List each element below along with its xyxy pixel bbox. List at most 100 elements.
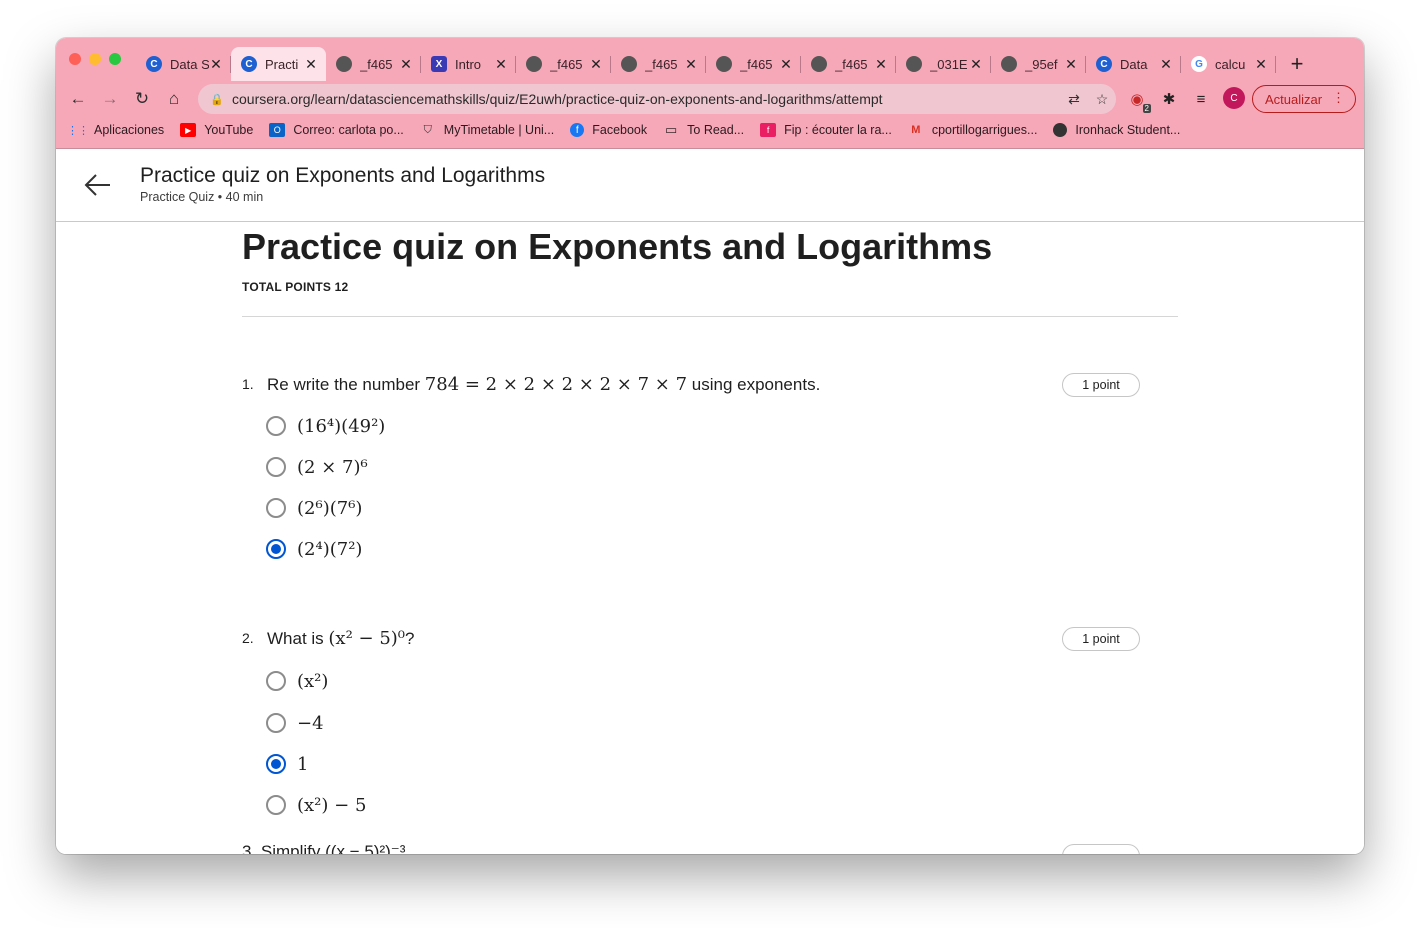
bookmark-star-icon[interactable]: ☆ <box>1088 91 1116 108</box>
radio-button[interactable] <box>266 498 286 518</box>
close-tab-icon[interactable]: ✕ <box>684 56 698 73</box>
browser-tab[interactable]: _95ef ✕ <box>991 47 1086 81</box>
tab-title: _95ef <box>1025 56 1058 72</box>
bookmark-item[interactable]: f Fip : écouter la ra... <box>760 123 892 137</box>
radio-button[interactable] <box>266 416 286 436</box>
points-badge: 1 point <box>1062 627 1140 651</box>
translate-icon[interactable]: ⇄ <box>1060 91 1088 108</box>
profile-avatar[interactable]: C <box>1223 87 1245 109</box>
menu-dots-icon[interactable]: ⋮ <box>1332 90 1345 106</box>
lock-icon[interactable]: 🔒 <box>210 93 224 106</box>
close-tab-icon[interactable]: ✕ <box>494 56 508 73</box>
option-label[interactable]: (x²) − 5 <box>297 795 366 816</box>
bookmarks-bar: ⋮⋮ Aplicaciones ▶ YouTube O Correo: carlota… <box>56 117 1364 143</box>
minimize-window-button[interactable] <box>89 53 101 65</box>
close-tab-icon[interactable]: ✕ <box>1064 56 1078 73</box>
radio-button[interactable] <box>266 457 286 477</box>
bookmark-label: MyTimetable | Uni... <box>443 123 555 137</box>
bookmark-item[interactable]: f Facebook <box>570 123 647 137</box>
option-label[interactable]: (2⁴)(7²) <box>297 539 362 560</box>
bookmark-item[interactable]: O Correo: carlota po... <box>269 123 404 137</box>
close-window-button[interactable] <box>69 53 81 65</box>
tab-title: _f465 <box>835 56 868 72</box>
coursera-icon: C <box>241 56 257 72</box>
globe-icon <box>1001 56 1017 72</box>
total-points: TOTAL POINTS 12 <box>242 280 349 294</box>
browser-tab[interactable]: _f465 ✕ <box>516 47 611 81</box>
close-tab-icon[interactable]: ✕ <box>1254 56 1268 73</box>
reload-icon[interactable]: ↻ <box>130 87 154 111</box>
bookmark-item[interactable]: ▭ To Read... <box>663 122 744 137</box>
url-text[interactable]: coursera.org/learn/datasciencemathskills… <box>232 91 1060 107</box>
back-icon[interactable]: ← <box>66 87 90 111</box>
close-tab-icon[interactable]: ✕ <box>589 56 603 73</box>
option-label[interactable]: 1 <box>297 754 308 775</box>
answer-option[interactable]: (x²) <box>266 668 328 694</box>
bookmark-item[interactable]: Mcportillogarrigues... <box>908 123 1037 137</box>
browser-tab[interactable]: X Intro ✕ <box>421 47 516 81</box>
radio-button[interactable] <box>266 795 286 815</box>
bookmark-item[interactable]: ▶ YouTube <box>180 123 253 137</box>
address-bar[interactable]: 🔒 coursera.org/learn/datasciencemathskil… <box>198 84 1116 114</box>
update-button[interactable]: Actualizar ⋮ <box>1252 85 1356 113</box>
bookmark-item[interactable]: Ironhack Student... <box>1053 123 1180 137</box>
radio-button-selected[interactable] <box>266 539 286 559</box>
close-tab-icon[interactable]: ✕ <box>779 56 793 73</box>
browser-tab-active[interactable]: C Practi ✕ <box>231 47 326 81</box>
browser-tab[interactable]: _f465 ✕ <box>326 47 421 81</box>
radio-button-selected[interactable] <box>266 754 286 774</box>
option-label[interactable]: (16⁴)(49²) <box>297 416 385 437</box>
answer-option-selected[interactable]: (2⁴)(7²) <box>266 536 362 562</box>
bookmark-label: Ironhack Student... <box>1075 123 1181 137</box>
zoom-window-button[interactable] <box>109 53 121 65</box>
browser-tab[interactable]: C Data ✕ <box>1086 47 1181 81</box>
divider <box>242 316 1178 317</box>
back-arrow-icon[interactable] <box>82 169 114 201</box>
close-tab-icon[interactable]: ✕ <box>304 56 318 73</box>
answer-option[interactable]: (2 × 7)⁶ <box>266 454 368 480</box>
answer-option[interactable]: (2⁶)(7⁶) <box>266 495 362 521</box>
forward-icon[interactable]: → <box>98 87 122 111</box>
option-label[interactable]: (x²) <box>297 671 328 692</box>
close-tab-icon[interactable]: ✕ <box>1159 56 1173 73</box>
browser-tab[interactable]: _f465 ✕ <box>801 47 896 81</box>
close-tab-icon[interactable]: ✕ <box>969 56 983 73</box>
answer-option[interactable]: −4 <box>266 710 324 736</box>
tab-title: _f465 <box>550 56 583 72</box>
option-label[interactable]: −4 <box>297 713 324 734</box>
answer-option[interactable]: (16⁴)(49²) <box>266 413 385 439</box>
new-tab-button[interactable]: + <box>1280 47 1314 81</box>
browser-tab[interactable]: C Data S ✕ <box>136 47 231 81</box>
bookmark-item[interactable]: ⛉ MyTimetable | Uni... <box>420 123 555 137</box>
option-label[interactable]: (2⁶)(7⁶) <box>297 498 362 519</box>
globe-icon <box>621 56 637 72</box>
close-tab-icon[interactable]: ✕ <box>399 56 413 73</box>
question-number: 2. <box>242 630 254 646</box>
question-text-after: ? <box>405 629 415 648</box>
tab-title: _f465 <box>360 56 393 72</box>
bookmark-label: Aplicaciones <box>94 123 165 137</box>
tab-title: Data S <box>170 56 209 72</box>
close-tab-icon[interactable]: ✕ <box>874 56 888 73</box>
answer-option-selected[interactable]: 1 <box>266 751 308 777</box>
reading-list-icon[interactable]: ≡ <box>1190 88 1212 110</box>
radio-button[interactable] <box>266 713 286 733</box>
question-text: Re write the number 784 = 2 × 2 × 2 × 2 … <box>267 374 820 395</box>
option-label[interactable]: (2 × 7)⁶ <box>297 457 368 478</box>
extensions-puzzle-icon[interactable]: ✱ <box>1158 88 1180 110</box>
browser-tab[interactable]: _031E ✕ <box>896 47 991 81</box>
browser-tab[interactable]: _f465 ✕ <box>706 47 801 81</box>
bookmark-item[interactable]: ⋮⋮ Aplicaciones <box>67 123 165 137</box>
answer-option[interactable]: (x²) − 5 <box>266 792 366 818</box>
apps-grid-icon: ⋮⋮ <box>67 124 89 137</box>
extension-badge: 2 <box>1142 104 1151 113</box>
home-icon[interactable]: ⌂ <box>162 87 186 111</box>
google-icon: G <box>1191 56 1207 72</box>
browser-tab[interactable]: _f465 ✕ <box>611 47 706 81</box>
points-badge <box>1062 844 1140 854</box>
radio-button[interactable] <box>266 671 286 691</box>
browser-tab[interactable]: Gcalcu ✕ <box>1181 47 1276 81</box>
shield-icon: ⛉ <box>423 123 432 136</box>
close-tab-icon[interactable]: ✕ <box>209 56 223 73</box>
extension-opera-icon[interactable]: ◉ 2 <box>1126 88 1151 113</box>
